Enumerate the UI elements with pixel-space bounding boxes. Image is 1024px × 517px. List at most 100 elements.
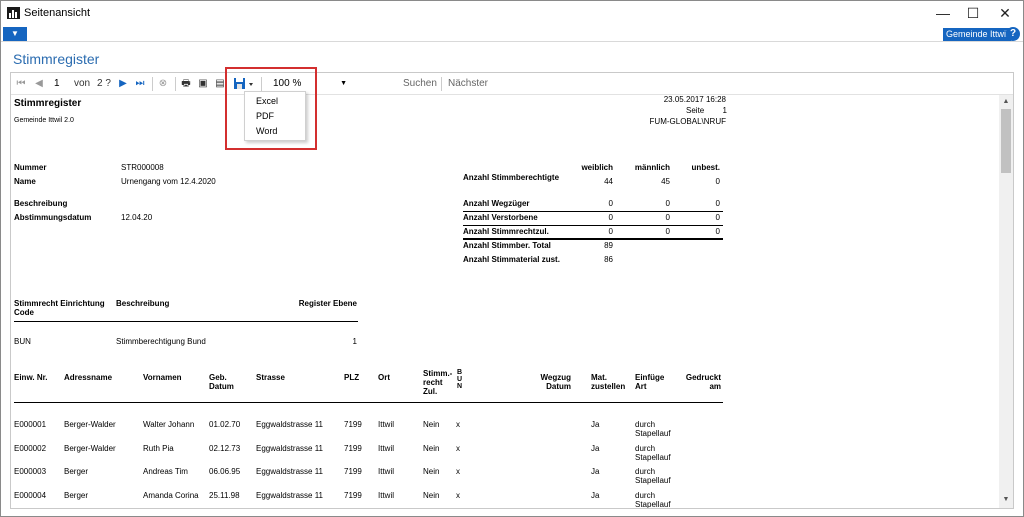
stats-value: 0: [715, 177, 720, 186]
page-number-input[interactable]: 1: [51, 76, 73, 92]
person-adressname: Berger: [64, 490, 89, 500]
page-of-label: von: [74, 78, 91, 89]
zoom-value: 100 %: [273, 78, 302, 89]
person-bun: x: [456, 420, 460, 429]
stats-label: Anzahl Wegzüger: [463, 199, 530, 208]
person-ort: Ittwil: [378, 467, 394, 476]
toolbar-separator: [261, 77, 262, 91]
field-value: STR000008: [121, 163, 164, 172]
person-adressname: Berger-Walder: [64, 420, 116, 429]
person-einfuege-art: durch Stapellauf: [635, 443, 671, 462]
person-stimmrecht-zul: Nein: [423, 490, 440, 500]
field-label: Beschreibung: [14, 199, 68, 208]
stats-value: 0: [715, 199, 720, 208]
person-bun: x: [456, 467, 460, 476]
person-header: Ort: [378, 373, 390, 382]
person-header: Einfüge Art: [635, 373, 665, 391]
export-excel-item[interactable]: Excel: [245, 94, 305, 109]
search-button[interactable]: Suchen: [403, 77, 437, 91]
person-header: Wegzug Datum: [540, 373, 571, 391]
field-label: Nummer: [14, 163, 47, 172]
report-subtitle: Gemeinde Ittwil 2.0: [14, 117, 74, 124]
stats-value: 89: [604, 241, 613, 250]
export-word-item[interactable]: Word: [245, 124, 305, 139]
person-stimmrecht-zul: Nein: [423, 467, 440, 476]
person-header: Stimm.-recht Zul.: [423, 369, 453, 396]
maximize-button[interactable]: ☐: [957, 1, 989, 25]
person-plz: 7199: [344, 420, 362, 429]
export-pdf-item[interactable]: PDF: [245, 109, 305, 124]
person-adressname: Berger: [64, 467, 89, 476]
stats-value: 0: [715, 213, 720, 222]
person-header: B U N: [457, 369, 463, 390]
scroll-down-icon[interactable]: ▼: [999, 495, 1013, 505]
viewer-toolbar: ⏮ ◀ 1 von 2 ? ▶ ⏭ ⊗ 🖶 ▣ ▤ 100 % ▼ Suchen…: [11, 73, 1013, 95]
report-rule: [14, 321, 358, 322]
scroll-thumb[interactable]: [1001, 109, 1011, 173]
stats-value: 86: [604, 255, 613, 264]
person-geburtsdatum: 02.12.73: [209, 443, 241, 453]
person-plz: 7199: [344, 490, 362, 500]
person-material-zustellen: Ja: [591, 420, 600, 429]
stats-label: Anzahl Stimmber. Total: [463, 241, 551, 250]
first-page-icon[interactable]: ⏮: [15, 77, 27, 91]
prev-page-icon[interactable]: ◀: [33, 77, 45, 91]
person-material-zustellen: Ja: [591, 467, 600, 476]
app-logo-icon: [7, 7, 20, 19]
person-geburtsdatum: 25.11.98: [209, 490, 240, 500]
page-setup-icon[interactable]: ▤: [214, 77, 226, 91]
stats-label: Anzahl Stimmrechtzul.: [463, 227, 549, 236]
person-stimmrecht-zul: Nein: [423, 443, 440, 453]
person-nr: E000004: [14, 490, 47, 500]
close-button[interactable]: ✕: [989, 1, 1021, 25]
stats-value: 0: [715, 227, 720, 236]
page-title: Stimmregister: [13, 51, 100, 67]
stats-value: 0: [665, 227, 670, 236]
help-icon[interactable]: ?: [1006, 27, 1020, 41]
last-page-icon[interactable]: ⏭: [134, 77, 146, 91]
stimmrecht-code: BUN: [14, 337, 31, 346]
field-value: 12.04.20: [121, 213, 153, 222]
report-title: Stimmregister: [14, 98, 82, 109]
stats-label: Anzahl Stimmberechtigte: [463, 173, 560, 182]
next-page-icon[interactable]: ▶: [117, 77, 129, 91]
stats-value: 0: [608, 213, 613, 222]
stats-value: 0: [608, 227, 613, 236]
person-nr: E000002: [14, 443, 47, 453]
report-rule: [463, 239, 723, 240]
stats-value: 44: [604, 177, 613, 186]
search-input[interactable]: [357, 76, 405, 92]
person-adressname: Berger-Walder: [64, 443, 116, 453]
stimmrecht-description: Stimmberechtigung Bund: [116, 337, 206, 346]
report-rule: [463, 211, 723, 212]
next-result-button[interactable]: Nächster: [448, 77, 488, 91]
report-page-number: 1: [722, 106, 727, 115]
gemeinde-selector[interactable]: Gemeinde Ittwil: [943, 28, 1012, 41]
scroll-up-icon[interactable]: ▲: [999, 97, 1013, 107]
stats-value: 0: [665, 199, 670, 208]
person-material-zustellen: Ja: [591, 443, 600, 453]
report-rule: [463, 225, 723, 226]
stop-icon[interactable]: ⊗: [157, 77, 169, 91]
stats-value: 0: [665, 213, 670, 222]
person-vornamen: Amanda Corina: [143, 490, 199, 500]
person-geburtsdatum: 06.06.95: [209, 467, 241, 476]
person-vornamen: Andreas Tim: [143, 467, 188, 476]
toolbar-separator: [175, 77, 176, 91]
person-plz: 7199: [344, 467, 362, 476]
report-datetime: 23.05.2017 16:28: [663, 95, 726, 104]
person-geburtsdatum: 01.02.70: [209, 420, 241, 429]
person-header: Mat. zustellen: [591, 373, 626, 391]
menu-dropdown-button[interactable]: ▼: [3, 27, 27, 41]
person-einfuege-art: durch Stapellauf: [635, 490, 671, 509]
vertical-scrollbar[interactable]: ▲ ▼: [999, 95, 1013, 508]
report-page: Stimmregister Gemeinde Ittwil 2.0 23.05.20…: [11, 95, 999, 508]
person-ort: Ittwil: [378, 490, 394, 500]
title-bar: Seitenansicht — ☐ ✕: [1, 1, 1023, 25]
page-layout-icon[interactable]: ▣: [197, 77, 209, 91]
zoom-select[interactable]: 100 % ▼: [267, 76, 349, 92]
person-header: Vornamen: [143, 373, 182, 382]
print-icon[interactable]: 🖶: [180, 77, 192, 91]
field-label: Name: [14, 177, 36, 186]
minimize-button[interactable]: —: [927, 1, 959, 25]
